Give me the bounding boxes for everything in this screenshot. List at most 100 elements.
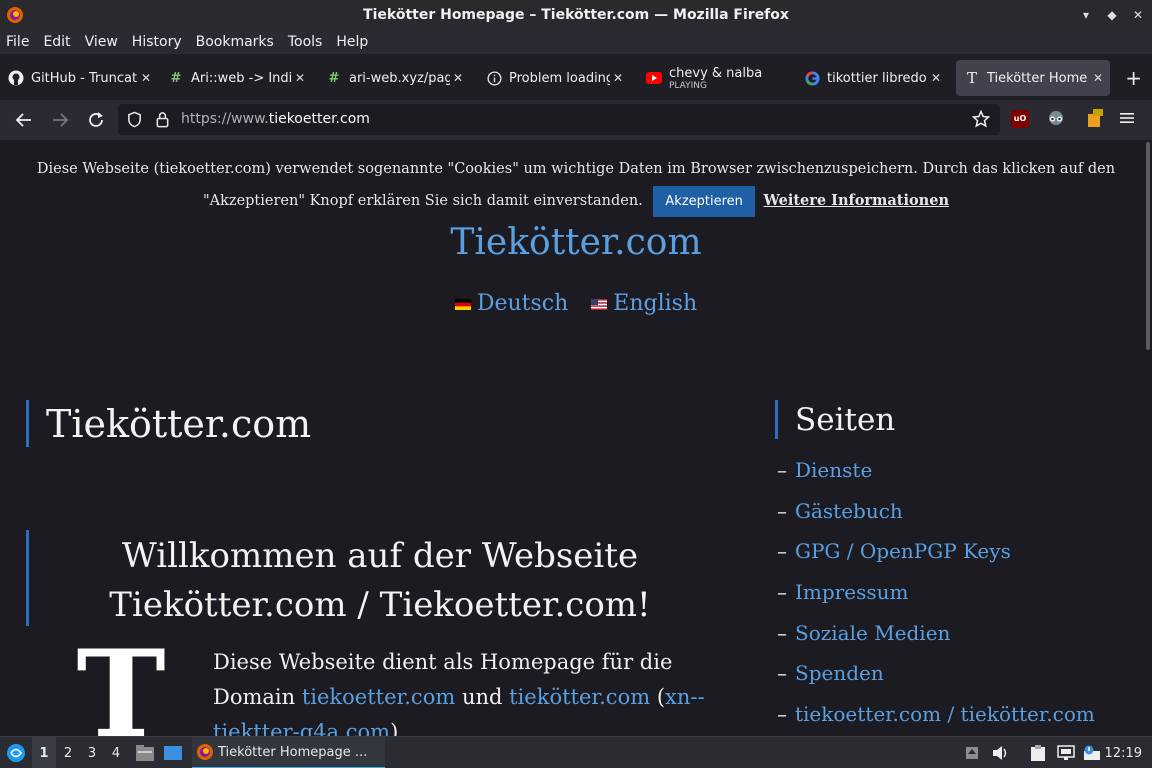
link-domains[interactable]: tiekoetter.com / tiekötter.com: [795, 702, 1095, 726]
t-letter-icon: T: [966, 69, 977, 87]
tab-label: Problem loading: [509, 70, 610, 86]
shield-icon[interactable]: [126, 111, 143, 128]
app-launcher-button[interactable]: [4, 737, 28, 768]
german-flag-icon: [454, 298, 471, 310]
cookie-text-line1: Diese Webseite (tiekoetter.com) verwende…: [36, 161, 1116, 177]
tab-playing-label: PLAYING: [669, 80, 707, 91]
accept-cookies-button[interactable]: Akzeptieren: [653, 185, 755, 217]
welcome-line1: Willkommen auf der Webseite: [121, 536, 639, 576]
link-gpg-keys[interactable]: GPG / OpenPGP Keys: [795, 539, 1011, 563]
extension-mask-icon[interactable]: [1046, 110, 1066, 128]
menu-tools[interactable]: Tools: [288, 34, 330, 50]
taskbar-firefox-task[interactable]: Tiekötter Homepage ...: [192, 737, 385, 768]
main-heading: Tiekötter.com: [46, 402, 312, 446]
close-tab-icon[interactable]: ✕: [610, 71, 626, 85]
tiekoetter-link[interactable]: tiekoetter.com: [302, 685, 455, 709]
workspace-2[interactable]: 2: [56, 737, 80, 768]
lang-english-label: English: [613, 291, 698, 316]
cookie-banner: Diese Webseite (tiekoetter.com) verwende…: [0, 154, 1152, 217]
intro-and: und: [461, 685, 503, 709]
page-scrollbar[interactable]: [1146, 142, 1150, 350]
bookmark-star-icon[interactable]: [972, 110, 990, 128]
url-prefix: https://www.: [181, 111, 269, 127]
hamburger-menu-icon[interactable]: [1120, 110, 1136, 128]
close-tab-icon[interactable]: ✕: [138, 71, 154, 85]
tab-strip: GitHub - Truncate ✕ # Ari::web -> Indie …: [0, 54, 1152, 100]
link-soziale-medien[interactable]: Soziale Medien: [795, 621, 950, 645]
new-tab-button[interactable]: +: [1125, 68, 1142, 88]
tab-google[interactable]: tikottier libredo ✕: [796, 60, 948, 96]
menu-file[interactable]: File: [6, 34, 36, 50]
lang-german-label: Deutsch: [476, 291, 569, 316]
close-icon[interactable]: ✕: [1132, 8, 1144, 22]
lang-english-link[interactable]: English: [591, 291, 697, 316]
tab-ari-web-indie[interactable]: # Ari::web -> Indie ✕: [160, 60, 312, 96]
notification-icon: [1084, 745, 1100, 760]
link-gaestebuch[interactable]: Gästebuch: [795, 499, 903, 523]
ublock-icon[interactable]: uO: [1011, 110, 1029, 128]
speaker-icon: [993, 746, 1007, 760]
close-tab-icon[interactable]: ✕: [292, 71, 308, 85]
forward-button[interactable]: [50, 110, 70, 130]
workspace-4[interactable]: 4: [104, 737, 128, 768]
link-dienste[interactable]: Dienste: [795, 458, 872, 482]
site-title-link[interactable]: Tiekötter.com: [0, 222, 1152, 263]
network-button[interactable]: [1056, 737, 1076, 768]
close-tab-icon[interactable]: ✕: [450, 71, 466, 85]
tab-ari-web-page[interactable]: # ari-web.xyz/page ✕: [318, 60, 470, 96]
menu-help[interactable]: Help: [336, 34, 375, 50]
file-manager-button[interactable]: [134, 737, 156, 768]
restore-icon[interactable]: ◆: [1106, 8, 1118, 22]
more-info-link[interactable]: Weitere Informationen: [764, 192, 949, 209]
tab-tiekoetter-active[interactable]: T Tiekötter Home ✕: [956, 60, 1110, 96]
show-desktop-button[interactable]: [162, 737, 184, 768]
close-tab-icon[interactable]: ✕: [928, 71, 944, 85]
forward-arrow-icon: [53, 113, 69, 127]
list-item: – Gästebuch: [777, 498, 903, 523]
heading-accent-bar: [26, 400, 29, 447]
workspace-1[interactable]: 1: [32, 737, 56, 768]
page-content: Diese Webseite (tiekoetter.com) verwende…: [0, 140, 1152, 736]
sidebar-links: – Dienste – Gästebuch – GPG / OpenPGP Keys …: [777, 458, 1095, 736]
menu-view[interactable]: View: [85, 34, 125, 50]
tab-youtube-playing[interactable]: chevy & nalba PLAYING: [638, 60, 790, 96]
menu-edit[interactable]: Edit: [43, 34, 77, 50]
launcher-icon: [7, 744, 25, 762]
lock-icon[interactable]: [155, 111, 170, 128]
reload-button[interactable]: [86, 110, 106, 130]
sidebar-heading: Seiten: [795, 402, 896, 438]
youtube-icon: [646, 70, 662, 86]
menu-bookmarks[interactable]: Bookmarks: [196, 34, 281, 50]
close-tab-icon[interactable]: ✕: [1090, 71, 1106, 85]
url-text[interactable]: https://www.tiekoetter.com: [181, 111, 370, 127]
url-bar[interactable]: https://www.tiekoetter.com: [118, 104, 1000, 135]
clipboard-button[interactable]: [1028, 737, 1048, 768]
tab-label: GitHub - Truncate: [31, 70, 138, 86]
tray-expand-button[interactable]: [964, 737, 980, 768]
tiekoetter-umlaut-link[interactable]: tiekötter.com: [509, 685, 650, 709]
back-button[interactable]: [14, 110, 34, 130]
url-domain: tiekoetter.com: [268, 111, 370, 127]
language-switcher: Deutsch English: [0, 291, 1152, 316]
intro-paren-close: ).: [390, 720, 405, 736]
extension-bucket-icon[interactable]: [1084, 108, 1104, 128]
notifications-button[interactable]: [1082, 737, 1102, 768]
link-spenden[interactable]: Spenden: [795, 661, 884, 685]
title-bar: Tiekötter Homepage – Tiekötter.com — Moz…: [0, 0, 1152, 30]
minimize-icon[interactable]: ▾: [1080, 8, 1092, 22]
tab-label: ari-web.xyz/page: [349, 70, 450, 86]
menu-history[interactable]: History: [132, 34, 189, 50]
tab-github[interactable]: GitHub - Truncate ✕: [0, 60, 158, 96]
volume-button[interactable]: [992, 737, 1010, 768]
link-impressum[interactable]: Impressum: [795, 580, 908, 604]
window-title: Tiekötter Homepage – Tiekötter.com — Moz…: [363, 7, 789, 23]
tab-problem-loading[interactable]: Problem loading ✕: [478, 60, 630, 96]
workspace-3[interactable]: 3: [80, 737, 104, 768]
github-icon: [8, 70, 24, 86]
clock[interactable]: 12:19: [1105, 737, 1142, 768]
sidebar-accent-bar: [775, 400, 778, 439]
ari-web-icon: #: [170, 70, 182, 86]
lang-german-link[interactable]: Deutsch: [454, 291, 575, 316]
intro-paren-open: (: [656, 685, 666, 709]
network-icon: [1057, 745, 1075, 760]
